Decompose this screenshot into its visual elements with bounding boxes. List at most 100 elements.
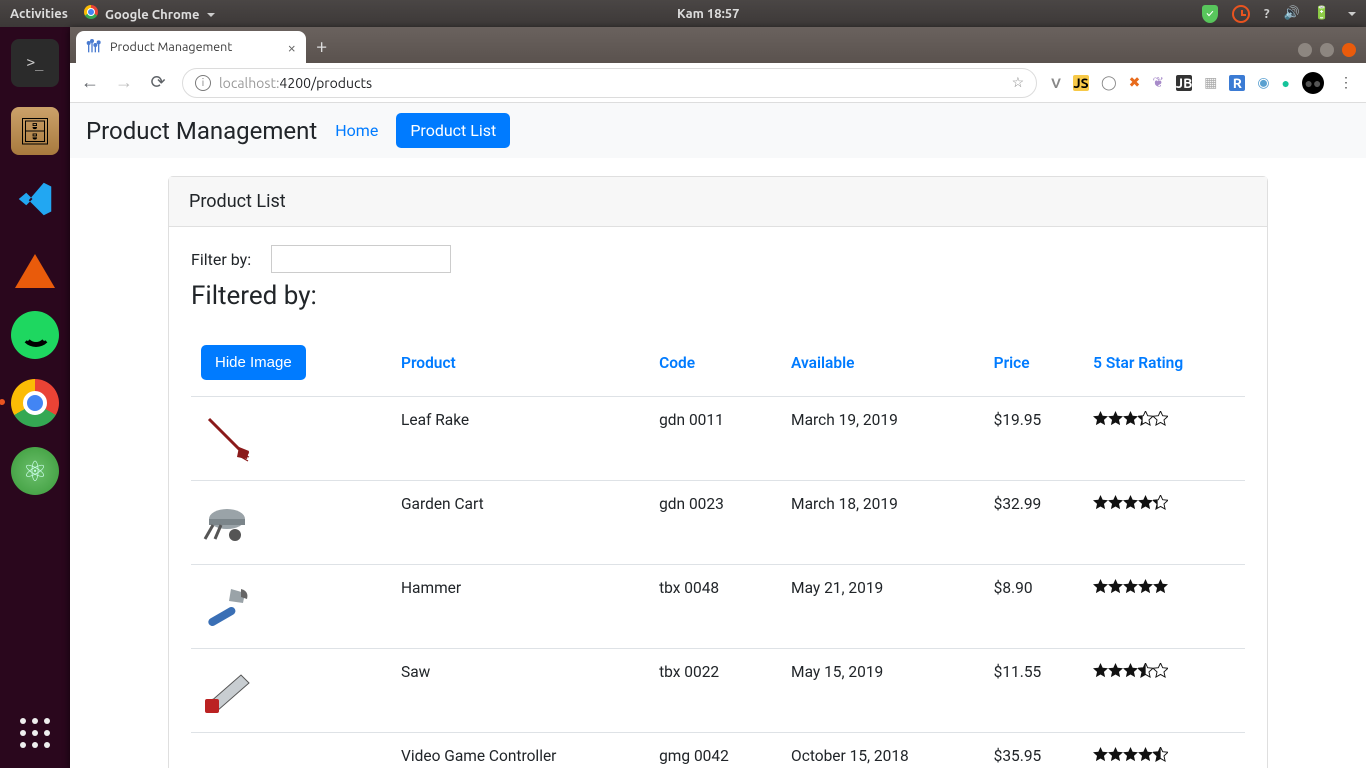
shield-icon[interactable]: ✓ [1202,5,1218,23]
cell-available: May 21, 2019 [781,565,984,649]
nav-reload-button[interactable]: ⟳ [148,72,168,93]
tab-title: Product Management [110,40,232,54]
ext-circle-icon[interactable]: ◯ [1101,74,1117,91]
page-viewport: Product Management Home Product List Pro… [70,103,1366,768]
col-code[interactable]: Code [649,329,781,397]
dock-terminal[interactable] [11,39,59,87]
table-row: Leaf Rake gdn 0011 March 19, 2019 $19.95 [191,397,1245,481]
cell-product: Video Game Controller [391,733,649,768]
nav-back-button[interactable]: ← [80,72,100,93]
cell-price: $35.95 [984,733,1084,768]
table-row: Hammer tbx 0048 May 21, 2019 $8.90 [191,565,1245,649]
address-bar[interactable]: i localhost:4200/products ☆ [182,68,1037,98]
app-menu-label: Google Chrome [105,8,200,22]
cell-product: Garden Cart [391,481,649,565]
cell-product: Saw [391,649,649,733]
cell-available: May 15, 2019 [781,649,984,733]
cell-rating [1083,649,1245,733]
ext-octo-icon[interactable]: ❦ [1152,74,1164,91]
dock-vlc[interactable] [11,243,59,291]
chrome-tabstrip: Product Management × + [70,27,1366,63]
nav-home-link[interactable]: Home [335,121,378,140]
star-rating [1093,411,1168,426]
nav-forward-button: → [114,72,134,93]
star-rating [1093,663,1168,678]
cell-rating [1083,565,1245,649]
dock-spotify[interactable] [11,311,59,359]
ext-x-icon[interactable]: ✖ [1129,74,1141,91]
new-tab-button[interactable]: + [316,34,327,57]
cell-available: October 15, 2018 [781,733,984,768]
cell-code: tbx 0048 [649,565,781,649]
ext-jb-icon[interactable]: JB [1176,75,1192,91]
chrome-window: Product Management × + ← → ⟳ i localhost… [70,27,1366,768]
ext-grid-icon[interactable]: ▦ [1204,74,1217,91]
cell-code: gdn 0011 [649,397,781,481]
cell-price: $19.95 [984,397,1084,481]
window-maximize[interactable] [1320,43,1334,57]
window-minimize[interactable] [1298,43,1312,57]
chrome-icon [84,5,98,19]
app-menu[interactable]: Google Chrome [84,5,215,22]
tab-close-button[interactable]: × [288,39,296,56]
volume-icon[interactable]: 🔊 [1284,6,1300,21]
desktop: Product Management × + ← → ⟳ i localhost… [0,27,1366,768]
products-table: Hide Image Product Code Available Price … [191,329,1245,768]
col-price[interactable]: Price [984,329,1084,397]
cell-code: gdn 0023 [649,481,781,565]
cell-available: March 18, 2019 [781,481,984,565]
cell-available: March 19, 2019 [781,397,984,481]
product-image [201,663,256,718]
cell-price: $11.55 [984,649,1084,733]
panel-clock[interactable]: Kam 18:57 [215,7,1202,21]
alarm-icon[interactable] [1232,5,1250,23]
dock-show-apps[interactable] [20,718,50,748]
col-product[interactable]: Product [391,329,649,397]
nav-product-list-link[interactable]: Product List [396,113,510,148]
extension-icons: V JS ◯ ✖ ❦ JB ▦ R ◉ ● ●● ⋮ [1051,72,1356,94]
product-image [201,747,256,768]
card-header: Product List [169,177,1267,227]
battery-icon[interactable]: 🔋 [1314,6,1330,21]
cell-rating [1083,733,1245,768]
cell-price: $8.90 [984,565,1084,649]
gnome-top-panel: Activities Google Chrome Kam 18:57 ✓ ? 🔊… [0,0,1366,27]
system-menu-icon[interactable] [1348,12,1356,20]
star-rating [1093,579,1168,594]
dock-vscode[interactable] [11,175,59,223]
app-navbar: Product Management Home Product List [70,103,1366,158]
hide-image-button[interactable]: Hide Image [201,345,306,380]
table-row: Saw tbx 0022 May 15, 2019 $11.55 [191,649,1245,733]
site-info-icon[interactable]: i [195,75,211,91]
product-image [201,579,256,634]
url-text: localhost:4200/products [219,75,372,91]
activities-button[interactable]: Activities [10,7,68,21]
filter-input[interactable] [271,245,451,273]
filter-label: Filter by: [191,250,251,269]
ext-grammarly-icon[interactable]: ● [1282,75,1290,91]
profile-avatar[interactable]: ●● [1302,72,1324,94]
table-row: Video Game Controller gmg 0042 October 1… [191,733,1245,768]
bookmark-star-icon[interactable]: ☆ [1012,74,1025,91]
ext-r-icon[interactable]: R [1229,75,1245,91]
dock-files[interactable] [11,107,59,155]
chrome-toolbar: ← → ⟳ i localhost:4200/products ☆ V JS ◯… [70,63,1366,103]
cell-code: gmg 0042 [649,733,781,768]
cell-product: Hammer [391,565,649,649]
col-available[interactable]: Available [781,329,984,397]
help-icon[interactable]: ? [1264,7,1270,21]
dock-atom[interactable] [11,447,59,495]
dock-chrome[interactable] [11,379,59,427]
ubuntu-dock [0,27,70,768]
ext-vivaldi-icon[interactable]: V [1051,75,1061,91]
window-close[interactable] [1342,43,1356,57]
window-controls [1288,43,1366,63]
cell-rating [1083,481,1245,565]
ext-swirl-icon[interactable]: ◉ [1257,74,1269,91]
chrome-menu-button[interactable]: ⋮ [1336,74,1356,91]
ext-js-icon[interactable]: JS [1073,75,1089,91]
cell-price: $32.99 [984,481,1084,565]
product-list-card: Product List Filter by: Filtered by: Hid… [168,176,1268,768]
browser-tab[interactable]: Product Management × [76,31,306,63]
col-rating[interactable]: 5 Star Rating [1083,329,1245,397]
